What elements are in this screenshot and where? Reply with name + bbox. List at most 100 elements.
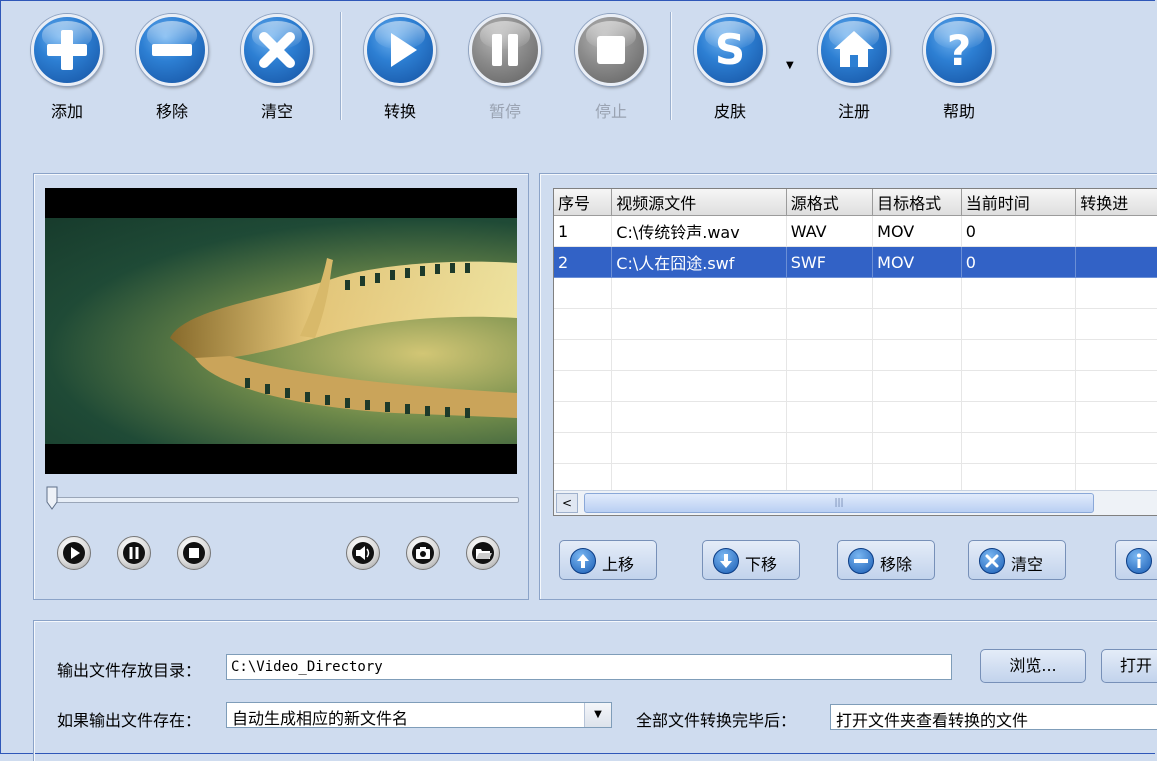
pause-label: 暂停 xyxy=(488,102,521,121)
column-header[interactable]: 目标格式 xyxy=(872,189,962,216)
remove-label: 移除 xyxy=(155,102,188,121)
cell-progress xyxy=(1075,246,1157,278)
list-remove-label: 移除 xyxy=(880,555,913,574)
stop-button[interactable]: 停止 xyxy=(566,14,656,124)
column-header[interactable]: 源格式 xyxy=(786,189,874,216)
scrollbar-thumb[interactable]: ||| xyxy=(584,493,1094,513)
close-icon xyxy=(979,548,1005,574)
list-remove-button[interactable]: 移除 xyxy=(837,540,935,580)
arrow-down-icon xyxy=(713,548,739,574)
minus-icon xyxy=(136,14,208,86)
list-clear-button[interactable]: 清空 xyxy=(968,540,1066,580)
after-convert-value: 打开文件夹查看转换的文件 xyxy=(836,711,1029,730)
svg-text:S: S xyxy=(715,25,745,74)
column-header[interactable]: 视频源文件 xyxy=(611,189,787,216)
toolbar-separator xyxy=(670,12,672,120)
file-exists-label: 如果输出文件存在： xyxy=(57,711,202,730)
cell-index: 1 xyxy=(554,215,613,247)
toolbar-separator xyxy=(340,12,342,120)
pause-icon[interactable] xyxy=(117,536,151,570)
arrow-up-icon xyxy=(570,548,596,574)
cell-source-file: C:\人在囧途.swf xyxy=(611,246,787,278)
output-settings-panel: 输出文件存放目录： 浏览... 打开 如果输出文件存在： 自动生成相应的新文件名… xyxy=(33,620,1157,761)
after-convert-label: 全部文件转换完毕后： xyxy=(636,711,797,730)
move-down-label: 下移 xyxy=(745,555,778,574)
play-icon[interactable] xyxy=(57,536,91,570)
video-preview xyxy=(45,188,517,474)
add-label: 添加 xyxy=(50,102,83,121)
info-icon xyxy=(1126,548,1152,574)
output-dir-input[interactable] xyxy=(226,654,952,680)
cell-current-time: 0 xyxy=(961,246,1077,278)
empty-row xyxy=(554,401,1157,433)
browse-button[interactable]: 浏览... xyxy=(980,649,1086,683)
cell-progress xyxy=(1075,215,1157,247)
minus-icon xyxy=(848,548,874,574)
skin-button[interactable]: S 皮肤 xyxy=(685,14,775,124)
file-exists-value: 自动生成相应的新文件名 xyxy=(232,709,409,728)
convert-button[interactable]: 转换 xyxy=(355,14,445,124)
register-label: 注册 xyxy=(837,102,870,121)
table-row-selected[interactable]: 2 C:\人在囧途.swf SWF MOV 0 xyxy=(554,246,1157,278)
snapshot-icon[interactable] xyxy=(406,536,440,570)
toolbar: 添加 移除 清空 转换 暂停 停止 S 皮肤 ▼ 注册 ? 帮助 xyxy=(0,0,1157,140)
skin-label: 皮肤 xyxy=(713,102,746,121)
help-button[interactable]: ? 帮助 xyxy=(914,14,1004,124)
add-button[interactable]: 添加 xyxy=(22,14,112,124)
clear-label: 清空 xyxy=(260,102,293,121)
info-button[interactable] xyxy=(1115,540,1157,580)
seek-slider-track[interactable] xyxy=(47,497,519,503)
video-frame xyxy=(45,218,517,444)
cell-current-time: 0 xyxy=(961,215,1077,247)
after-convert-select[interactable]: 打开文件夹查看转换的文件 xyxy=(830,704,1157,730)
open-folder-button[interactable]: 打开 xyxy=(1101,649,1157,683)
move-up-button[interactable]: 上移 xyxy=(559,540,657,580)
register-button[interactable]: 注册 xyxy=(809,14,899,124)
seek-slider-thumb[interactable] xyxy=(46,486,58,510)
scroll-left-icon[interactable]: < xyxy=(556,493,578,513)
convert-label: 转换 xyxy=(383,102,416,121)
remove-button[interactable]: 移除 xyxy=(127,14,217,124)
column-header[interactable]: 当前时间 xyxy=(961,189,1077,216)
question-icon: ? xyxy=(923,14,995,86)
output-dir-label: 输出文件存放目录： xyxy=(57,661,202,680)
pause-button[interactable]: 暂停 xyxy=(460,14,550,124)
stop-icon xyxy=(575,14,647,86)
cell-source-format: SWF xyxy=(786,246,874,278)
cell-target-format: MOV xyxy=(872,215,962,247)
pause-icon xyxy=(469,14,541,86)
stop-label: 停止 xyxy=(594,102,627,121)
clear-button[interactable]: 清空 xyxy=(232,14,322,124)
open-folder-icon[interactable] xyxy=(466,536,500,570)
horizontal-scrollbar[interactable]: < ||| xyxy=(554,490,1157,515)
play-icon xyxy=(364,14,436,86)
empty-row xyxy=(554,370,1157,402)
preview-panel xyxy=(33,173,529,600)
empty-row xyxy=(554,308,1157,340)
column-header[interactable]: 序号 xyxy=(554,189,613,216)
skin-dropdown-arrow-icon[interactable]: ▼ xyxy=(786,60,794,71)
move-down-button[interactable]: 下移 xyxy=(702,540,800,580)
empty-row xyxy=(554,277,1157,309)
table-header: 序号 视频源文件 源格式 目标格式 当前时间 转换进 xyxy=(554,189,1157,216)
move-up-label: 上移 xyxy=(602,555,635,574)
empty-row xyxy=(554,339,1157,371)
svg-text:?: ? xyxy=(947,26,971,75)
film-reel-image xyxy=(170,258,517,418)
help-label: 帮助 xyxy=(942,102,975,121)
empty-row xyxy=(554,432,1157,464)
list-clear-label: 清空 xyxy=(1011,555,1044,574)
table-row[interactable]: 1 C:\传统铃声.wav WAV MOV 0 xyxy=(554,215,1157,247)
file-list-grid[interactable]: 序号 视频源文件 源格式 目标格式 当前时间 转换进 1 C:\传统铃声.wav… xyxy=(553,188,1157,516)
plus-icon xyxy=(31,14,103,86)
volume-icon[interactable] xyxy=(346,536,380,570)
cell-index: 2 xyxy=(554,246,613,278)
cell-source-file: C:\传统铃声.wav xyxy=(611,215,787,247)
stop-icon[interactable] xyxy=(177,536,211,570)
chevron-down-icon[interactable]: ▼ xyxy=(584,703,611,727)
skin-s-icon: S xyxy=(694,14,766,86)
file-exists-select[interactable]: 自动生成相应的新文件名 ▼ xyxy=(226,702,612,728)
close-icon xyxy=(241,14,313,86)
file-table: 序号 视频源文件 源格式 目标格式 当前时间 转换进 1 C:\传统铃声.wav… xyxy=(554,189,1157,495)
column-header[interactable]: 转换进 xyxy=(1075,189,1157,216)
